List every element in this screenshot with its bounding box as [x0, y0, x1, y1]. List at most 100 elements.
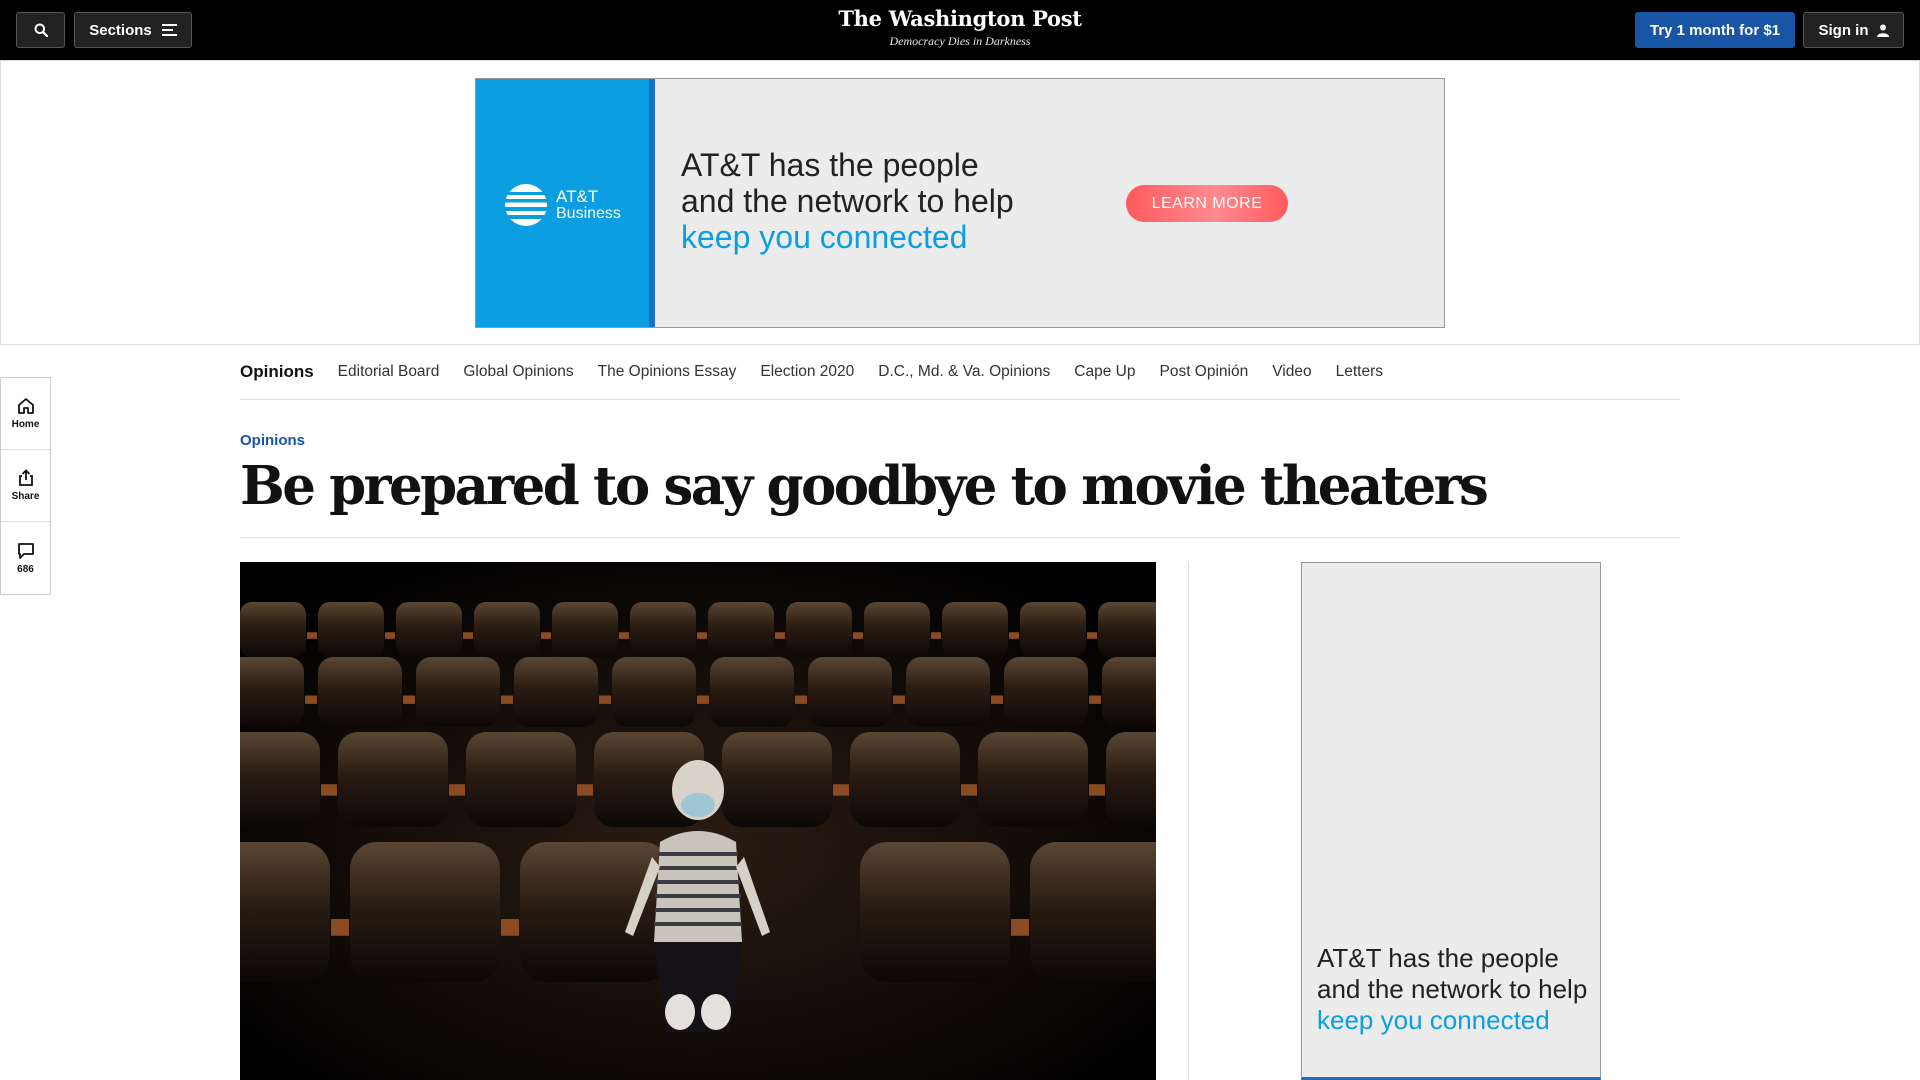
seat-armrest [577, 784, 593, 796]
share-rail-button[interactable]: Share [1, 450, 50, 522]
opinions-section-nav: Opinions Editorial Board Global Opinions… [240, 345, 1680, 400]
theater-seat [906, 657, 990, 727]
masthead[interactable]: The Washington Post Democracy Dies in Da… [760, 6, 1160, 49]
sign-in-button[interactable]: Sign in [1803, 12, 1904, 48]
seat-armrest [385, 632, 395, 639]
comment-icon [17, 542, 34, 559]
att-business-logo: AT&T Business [504, 183, 621, 227]
att-sidebar-ad[interactable]: AT&T has the people and the network to h… [1301, 562, 1601, 1080]
nav-global-opinions[interactable]: Global Opinions [463, 363, 573, 381]
theater-seat [396, 602, 462, 657]
theater-seat [1098, 602, 1156, 657]
nav-opinions-essay[interactable]: The Opinions Essay [598, 363, 737, 381]
side-ad-line-3: keep you connected [1317, 1005, 1550, 1035]
nav-cape-up[interactable]: Cape Up [1074, 363, 1135, 381]
theater-seat [630, 602, 696, 657]
theater-seat [520, 842, 670, 982]
side-ad-line-1: AT&T has the people [1317, 943, 1559, 973]
nav-post-opinion[interactable]: Post Opinión [1159, 363, 1248, 381]
theater-seat [1102, 657, 1156, 727]
seat-armrest [775, 632, 785, 639]
nav-editorial-board[interactable]: Editorial Board [338, 363, 440, 381]
seat-armrest [501, 919, 519, 936]
theater-seat [722, 732, 832, 827]
theater-seat [318, 657, 402, 727]
site-logo[interactable]: The Washington Post [760, 6, 1160, 31]
nav-video[interactable]: Video [1272, 363, 1311, 381]
theater-seat [786, 602, 852, 657]
seat-armrest [795, 695, 807, 704]
theater-seat [1004, 657, 1088, 727]
ad-divider-stripe [649, 79, 655, 327]
att-business-text: Business [556, 205, 621, 222]
seat-armrest [541, 632, 551, 639]
side-ad-line-2: and the network to help [1317, 974, 1588, 1004]
theater-seat [708, 602, 774, 657]
comments-rail-button[interactable]: 686 [1, 522, 50, 594]
theater-seat [514, 657, 598, 727]
share-icon [18, 469, 33, 486]
seat-armrest [1089, 695, 1101, 704]
column-divider [1188, 562, 1189, 1080]
top-navigation-bar: Sections The Washington Post Democracy D… [0, 0, 1920, 60]
user-icon [1876, 24, 1889, 37]
seat-armrest [1087, 632, 1097, 639]
article-lead-photo[interactable] [240, 562, 1156, 1080]
theater-seat [612, 657, 696, 727]
sections-label: Sections [89, 21, 152, 39]
nav-dc-md-va-opinions[interactable]: D.C., Md. & Va. Opinions [878, 363, 1050, 381]
article-kicker[interactable]: Opinions [240, 432, 305, 449]
headline-divider [240, 537, 1680, 538]
theater-seat [466, 732, 576, 827]
seat-armrest [403, 695, 415, 704]
seat-armrest [321, 784, 337, 796]
nav-election-2020[interactable]: Election 2020 [760, 363, 854, 381]
home-icon [17, 398, 34, 414]
home-rail-button[interactable]: Home [1, 378, 50, 450]
theater-seat [1030, 842, 1156, 982]
search-button[interactable] [16, 12, 65, 48]
seat-armrest [893, 695, 905, 704]
seat-armrest [853, 632, 863, 639]
side-ad-copy: AT&T has the people and the network to h… [1317, 943, 1587, 1036]
share-rail-label: Share [11, 491, 40, 502]
ad-brand-panel: AT&T Business [476, 79, 649, 327]
theater-seat [1106, 732, 1156, 827]
nav-letters[interactable]: Letters [1336, 363, 1383, 381]
ad-copy: AT&T has the people and the network to h… [681, 147, 1014, 255]
home-rail-label: Home [11, 419, 40, 430]
theater-seat [240, 657, 304, 727]
theater-seat [808, 657, 892, 727]
theater-seat [240, 732, 320, 827]
nav-opinions[interactable]: Opinions [240, 362, 314, 382]
seat-armrest [1089, 784, 1105, 796]
seat-armrest [833, 784, 849, 796]
theater-seat [942, 602, 1008, 657]
site-tagline: Democracy Dies in Darkness [889, 34, 1031, 48]
search-icon [34, 23, 48, 37]
seat-armrest [697, 632, 707, 639]
article-headline: Be prepared to say goodbye to movie thea… [240, 455, 1489, 517]
seat-armrest [331, 919, 349, 936]
seat-armrest [599, 695, 611, 704]
att-brand-text: AT&T [556, 187, 599, 206]
seat-armrest [501, 695, 513, 704]
subscribe-trial-button[interactable]: Try 1 month for $1 [1635, 12, 1795, 48]
theater-seat [474, 602, 540, 657]
sections-menu-button[interactable]: Sections [74, 12, 192, 48]
theater-seat [850, 732, 960, 827]
theater-seat [318, 602, 384, 657]
att-leaderboard-ad[interactable]: AT&T Business AT&T has the people and th… [475, 78, 1445, 328]
theater-seat [864, 602, 930, 657]
seat-armrest [619, 632, 629, 639]
ad-copy-line-2: and the network to help [681, 183, 1014, 219]
seat-armrest [307, 632, 317, 639]
learn-more-button[interactable]: LEARN MORE [1126, 185, 1288, 222]
theater-seat [350, 842, 500, 982]
theater-seat [240, 602, 306, 657]
theater-seat [1020, 602, 1086, 657]
seat-armrest [931, 632, 941, 639]
seat-armrest [1009, 632, 1019, 639]
hamburger-icon [161, 24, 177, 36]
theater-seat [552, 602, 618, 657]
